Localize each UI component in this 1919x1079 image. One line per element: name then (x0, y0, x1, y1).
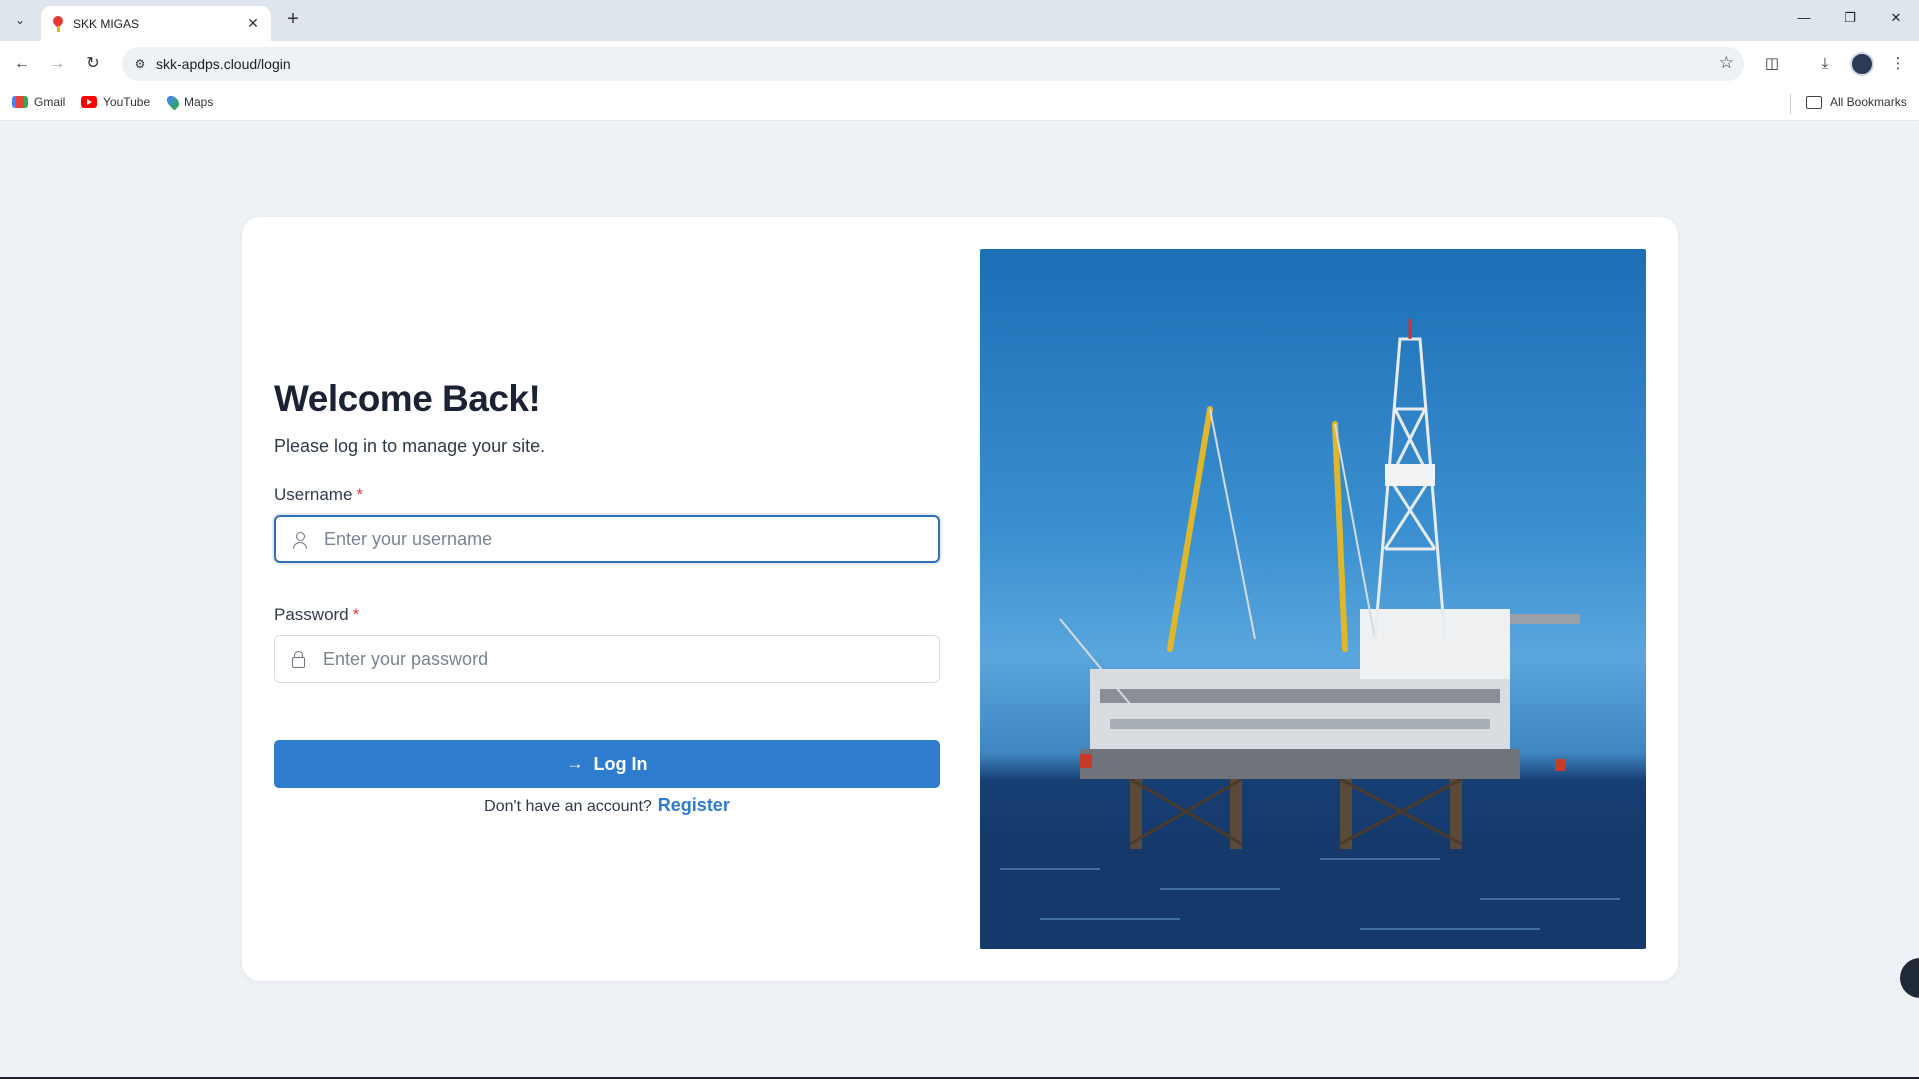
offshore-platform-image (980, 249, 1646, 949)
tab-search-chevron-down-icon[interactable]: ⌄ (6, 8, 34, 32)
bookmark-maps[interactable]: Maps (164, 93, 214, 111)
downloads-icon[interactable]: ⤓ (1812, 51, 1838, 77)
username-field[interactable] (274, 515, 940, 563)
username-label: Username * (274, 485, 363, 505)
login-button[interactable]: → Log In (274, 740, 940, 788)
forward-arrow-icon[interactable]: → (44, 51, 70, 77)
login-card: Welcome Back! Please log in to manage yo… (242, 217, 1678, 981)
page-subtitle: Please log in to manage your site. (274, 436, 546, 456)
user-icon (290, 530, 310, 550)
register-prompt: Don't have an account? Register (274, 795, 940, 816)
password-label: Password * (274, 605, 359, 625)
lock-icon (289, 649, 309, 669)
password-field[interactable] (274, 635, 940, 683)
bookmark-gmail[interactable]: Gmail (12, 95, 65, 109)
bookmark-label: Gmail (34, 95, 66, 109)
tab-title: SKK MIGAS (73, 16, 140, 31)
password-label-text: Password (274, 605, 349, 624)
window-close-icon[interactable]: ✕ (1884, 10, 1908, 30)
page-title: Welcome Back! (274, 378, 541, 419)
window-minimize-icon[interactable]: — (1792, 10, 1816, 30)
profile-avatar[interactable] (1850, 52, 1874, 76)
gmail-icon (12, 96, 28, 108)
arrow-right-icon: → (566, 754, 584, 773)
tab-close-icon[interactable]: ✕ (243, 14, 263, 34)
register-link[interactable]: Register (658, 795, 730, 815)
bookmarks-bar: Gmail YouTube Maps All Bookmarks (0, 87, 1919, 121)
floating-assistant-button[interactable] (1900, 958, 1919, 998)
folder-icon (1806, 95, 1822, 109)
maps-icon (164, 93, 182, 111)
oil-rig-illustration (980, 319, 1646, 949)
bookmarks-divider (1790, 94, 1791, 114)
username-input[interactable] (324, 517, 924, 561)
map-pin-favicon-icon (51, 16, 65, 32)
browser-tab-strip: ⌄ SKK MIGAS ✕ + — ❐ ✕ (0, 0, 1919, 41)
all-bookmarks-button[interactable]: All Bookmarks (1806, 95, 1907, 109)
no-account-text: Don't have an account? (484, 798, 652, 815)
extensions-puzzle-icon[interactable]: ◫ (1759, 51, 1785, 77)
bookmark-label: YouTube (103, 95, 151, 109)
address-url[interactable]: skk-apdps.cloud/login (156, 56, 291, 72)
required-asterisk: * (352, 605, 360, 624)
window-restore-icon[interactable]: ❐ (1838, 10, 1862, 30)
site-info-tune-icon[interactable]: ⚙ (130, 54, 150, 74)
bookmark-label: Maps (184, 95, 214, 109)
back-arrow-icon[interactable]: ← (9, 51, 35, 77)
login-button-label: Log In (593, 753, 648, 774)
username-label-text: Username (274, 485, 353, 504)
browser-menu-kebab-icon[interactable]: ⋮ (1885, 51, 1911, 77)
address-bar[interactable]: ⚙ skk-apdps.cloud/login ☆ (122, 47, 1744, 81)
browser-toolbar: ← → ↻ ⚙ skk-apdps.cloud/login ☆ ◫ ⤓ ⋮ (0, 41, 1919, 87)
new-tab-plus-icon[interactable]: + (281, 8, 305, 32)
password-input[interactable] (323, 636, 923, 682)
reload-icon[interactable]: ↻ (80, 51, 106, 77)
all-bookmarks-label: All Bookmarks (1830, 95, 1907, 109)
required-asterisk: * (356, 485, 364, 504)
youtube-icon (81, 96, 97, 108)
bookmark-star-icon[interactable]: ☆ (1719, 53, 1734, 73)
browser-tab-active[interactable]: SKK MIGAS ✕ (41, 6, 271, 41)
bookmark-youtube[interactable]: YouTube (81, 95, 150, 109)
